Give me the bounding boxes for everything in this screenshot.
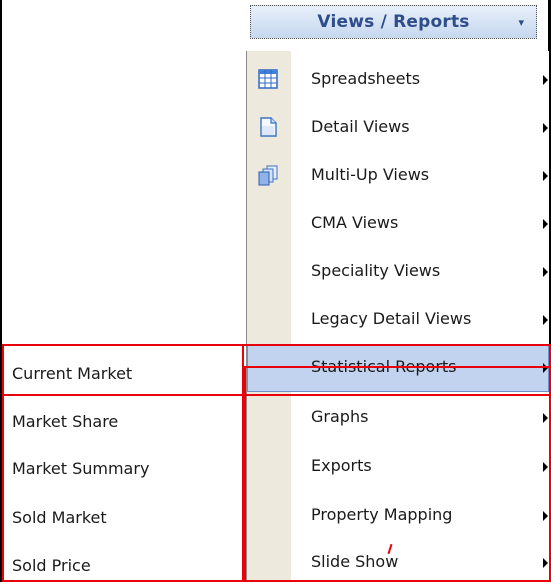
menu-item-label: Speciality Views (311, 261, 441, 280)
menu-item-label: CMA Views (311, 213, 399, 232)
submenu-arrow-icon (543, 267, 548, 277)
document-icon (260, 117, 277, 137)
menu-item-cma-views[interactable]: CMA Views (247, 200, 549, 248)
submenu-arrow-icon (543, 75, 548, 85)
stacked-pages-icon (258, 165, 278, 186)
menu-item-speciality-views[interactable]: Speciality Views (247, 248, 549, 296)
menu-item-label: Multi-Up Views (311, 165, 430, 184)
submenu-arrow-icon (543, 219, 548, 229)
chevron-down-icon: ▾ (518, 16, 524, 29)
views-reports-button[interactable]: Views / Reports ▾ (250, 5, 537, 39)
annotation-menu-box (244, 366, 551, 582)
submenu-arrow-icon (543, 123, 548, 133)
menu-item-multi-up-views[interactable]: Multi-Up Views (247, 152, 549, 200)
menu-item-label: Detail Views (311, 117, 410, 136)
views-reports-label: Views / Reports (317, 12, 470, 32)
menu-item-legacy-detail-views[interactable]: Legacy Detail Views (247, 296, 549, 344)
submenu-arrow-icon (543, 171, 548, 181)
annotation-submenu-box (2, 344, 244, 582)
menu-item-spreadsheets[interactable]: Spreadsheets (247, 56, 549, 104)
menu-item-label: Legacy Detail Views (311, 309, 472, 328)
grid-icon (258, 69, 278, 89)
menu-item-label: Spreadsheets (311, 69, 421, 88)
submenu-arrow-icon (543, 315, 548, 325)
menu-item-detail-views[interactable]: Detail Views (247, 104, 549, 152)
